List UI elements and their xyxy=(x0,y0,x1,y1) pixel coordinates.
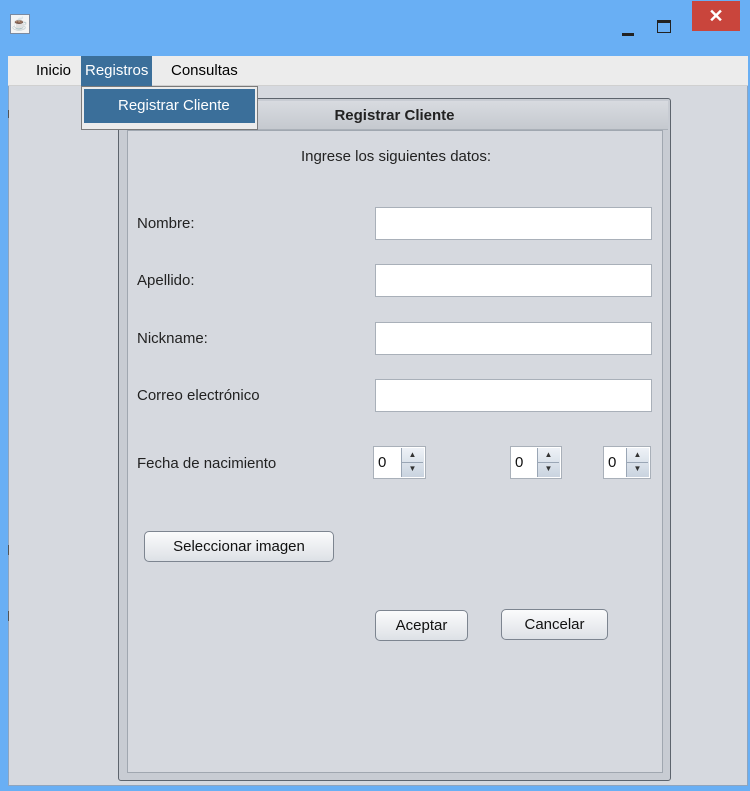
menu-bar: Inicio Registros Consultas xyxy=(8,56,748,86)
apellido-label: Apellido: xyxy=(137,272,195,289)
menu-item-registrar-cliente[interactable]: Registrar Cliente xyxy=(84,89,255,123)
year-spinner-arrows[interactable]: ▲ ▼ xyxy=(626,448,649,477)
menu-registros[interactable]: Registros xyxy=(81,56,153,86)
birthdate-label: Fecha de nacimiento xyxy=(137,455,277,472)
registros-dropdown-menu: Registrar Cliente xyxy=(81,86,258,130)
nombre-input[interactable] xyxy=(375,207,652,240)
day-spinner[interactable]: 0 ▲ ▼ xyxy=(373,446,426,479)
title-bar[interactable]: ☕ ✕ xyxy=(0,0,750,56)
arrow-up-icon[interactable]: ▲ xyxy=(627,448,648,463)
month-spinner-arrows[interactable]: ▲ ▼ xyxy=(537,448,560,477)
arrow-down-icon[interactable]: ▼ xyxy=(627,462,648,476)
select-image-button[interactable]: Seleccionar imagen xyxy=(144,531,334,562)
arrow-up-icon[interactable]: ▲ xyxy=(402,448,423,463)
nombre-label: Nombre: xyxy=(137,215,195,232)
application-window: ☕ ✕ Inicio Registros Consultas Registrar… xyxy=(0,0,750,791)
dialog-content: Ingrese los siguientes datos: Nombre: Ap… xyxy=(127,130,663,773)
arrow-down-icon[interactable]: ▼ xyxy=(538,462,559,476)
menu-consultas[interactable]: Consultas xyxy=(167,56,242,86)
apellido-input[interactable] xyxy=(375,264,652,297)
day-spinner-arrows[interactable]: ▲ ▼ xyxy=(401,448,424,477)
desktop-edge-mark xyxy=(8,545,9,555)
java-app-icon[interactable]: ☕ xyxy=(10,14,30,34)
close-button[interactable]: ✕ xyxy=(692,1,740,31)
day-value: 0 xyxy=(378,454,387,471)
correo-input[interactable] xyxy=(375,379,652,412)
year-value: 0 xyxy=(608,454,617,471)
month-value: 0 xyxy=(515,454,524,471)
menu-inicio[interactable]: Inicio xyxy=(32,56,75,86)
cancel-button[interactable]: Cancelar xyxy=(501,609,608,640)
instructions-text: Ingrese los siguientes datos: xyxy=(300,148,492,165)
month-spinner[interactable]: 0 ▲ ▼ xyxy=(510,446,562,479)
nickname-input[interactable] xyxy=(375,322,652,355)
maximize-button[interactable] xyxy=(650,18,678,38)
accept-button[interactable]: Aceptar xyxy=(375,610,468,641)
arrow-up-icon[interactable]: ▲ xyxy=(538,448,559,463)
desktop-edge-mark xyxy=(8,611,9,621)
nickname-label: Nickname: xyxy=(137,330,208,347)
correo-label: Correo electrónico xyxy=(137,387,260,404)
year-spinner[interactable]: 0 ▲ ▼ xyxy=(603,446,651,479)
minimize-button[interactable] xyxy=(615,18,643,38)
desktop-edge-mark xyxy=(8,110,9,118)
arrow-down-icon[interactable]: ▼ xyxy=(402,462,423,476)
